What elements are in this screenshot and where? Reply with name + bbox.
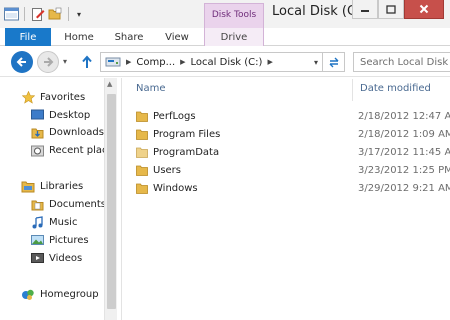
- tab-file[interactable]: File: [5, 28, 51, 46]
- properties-icon[interactable]: [30, 7, 45, 22]
- file-name: Windows: [153, 182, 198, 194]
- new-folder-icon[interactable]: [48, 7, 63, 22]
- column-divider[interactable]: [352, 79, 353, 101]
- customize-qat-icon[interactable]: ▾: [74, 10, 84, 19]
- address-bar[interactable]: ▶ Comp... ▶ Local Disk (C:) ▶ ▾: [100, 52, 345, 72]
- ribbon-tab-bar: File Home Share View Drive: [0, 28, 450, 46]
- breadcrumb-chevron-icon[interactable]: ▶: [267, 58, 272, 66]
- desktop-icon: [30, 108, 44, 122]
- quick-access-toolbar: ▾: [4, 5, 84, 23]
- nav-item-homegroup[interactable]: Homegroup: [21, 286, 99, 302]
- nav-label: Music: [49, 216, 78, 228]
- nav-label: Pictures: [49, 234, 89, 246]
- recent-places-icon: [30, 143, 44, 157]
- title-bar: ▾ Disk Tools Local Disk (C:): [0, 0, 450, 28]
- file-name: ProgramData: [153, 146, 220, 158]
- navigation-pane-scrollbar[interactable]: ▲: [104, 78, 117, 320]
- file-date: 3/29/2012 9:21 AM: [358, 182, 450, 194]
- videos-icon: [30, 251, 44, 265]
- file-row[interactable]: ProgramData 3/17/2012 11:45 AM: [136, 144, 450, 160]
- nav-item-libraries[interactable]: Libraries: [21, 178, 83, 194]
- tab-home[interactable]: Home: [56, 28, 102, 46]
- file-name: Users: [153, 164, 182, 176]
- navigation-pane: Favorites Desktop Downloads Recent plac …: [0, 78, 117, 320]
- nav-label: Videos: [49, 252, 83, 264]
- window-controls: [352, 0, 444, 19]
- qat-separator: [68, 7, 69, 21]
- recent-locations-icon[interactable]: ▾: [63, 57, 67, 66]
- star-icon: [21, 90, 35, 104]
- nav-label: Favorites: [40, 91, 86, 103]
- minimize-button[interactable]: [352, 0, 378, 19]
- scroll-up-icon[interactable]: ▲: [107, 80, 112, 88]
- file-date: 2/18/2012 1:09 AM: [358, 128, 450, 140]
- maximize-button[interactable]: [378, 0, 404, 19]
- breadcrumb-local-disk[interactable]: Local Disk (C:): [191, 57, 263, 68]
- homegroup-icon: [21, 287, 35, 301]
- pane-divider[interactable]: [121, 78, 122, 320]
- documents-icon: [30, 197, 44, 211]
- nav-label: Recent plac: [49, 144, 108, 156]
- disk-tools-group-label: Disk Tools: [204, 3, 264, 28]
- nav-label: Desktop: [49, 109, 91, 121]
- nav-label: Downloads: [49, 126, 104, 138]
- arrow-left-icon: [16, 57, 26, 67]
- address-history-dropdown-icon[interactable]: ▾: [314, 58, 318, 67]
- folder-icon: [136, 111, 148, 122]
- pictures-icon: [30, 233, 44, 247]
- refresh-button[interactable]: [322, 53, 344, 71]
- file-date: 3/23/2012 1:25 PM: [358, 164, 450, 176]
- nav-item-music[interactable]: Music: [30, 214, 77, 230]
- scrollbar-thumb[interactable]: [107, 94, 116, 309]
- nav-item-documents[interactable]: Documents: [30, 196, 106, 212]
- breadcrumb-chevron-icon[interactable]: ▶: [126, 58, 131, 66]
- column-header-name[interactable]: Name: [136, 83, 166, 97]
- libraries-icon: [21, 179, 35, 193]
- back-button[interactable]: [11, 51, 33, 73]
- nav-item-recent-places[interactable]: Recent plac: [30, 142, 108, 158]
- up-button[interactable]: [79, 53, 95, 71]
- folder-icon: [136, 165, 148, 176]
- tab-drive[interactable]: Drive: [204, 28, 264, 46]
- nav-item-videos[interactable]: Videos: [30, 250, 82, 266]
- nav-item-downloads[interactable]: Downloads: [30, 124, 104, 140]
- breadcrumb-chevron-icon[interactable]: ▶: [180, 58, 185, 66]
- file-row[interactable]: Program Files 2/18/2012 1:09 AM: [136, 126, 450, 142]
- arrow-up-icon: [82, 55, 92, 68]
- nav-item-desktop[interactable]: Desktop: [30, 107, 90, 123]
- folder-icon: [136, 183, 148, 194]
- app-icon[interactable]: [4, 7, 19, 22]
- file-name: Program Files: [153, 128, 221, 140]
- breadcrumb-computer[interactable]: Comp...: [136, 57, 175, 68]
- tab-share[interactable]: Share: [106, 28, 152, 46]
- nav-label: Libraries: [40, 180, 84, 192]
- folder-icon: [136, 147, 148, 158]
- forward-button[interactable]: [37, 51, 59, 73]
- nav-item-favorites[interactable]: Favorites: [21, 89, 85, 105]
- downloads-icon: [30, 125, 44, 139]
- file-row[interactable]: PerfLogs 2/18/2012 12:47 AM: [136, 108, 450, 124]
- nav-label: Homegroup: [40, 288, 99, 300]
- arrow-right-icon: [44, 57, 54, 67]
- close-button[interactable]: [404, 0, 444, 19]
- file-date: 2/18/2012 12:47 AM: [358, 110, 450, 122]
- refresh-icon: [329, 57, 338, 68]
- nav-item-pictures[interactable]: Pictures: [30, 232, 89, 248]
- address-row: ▾ ▶ Comp... ▶ Local Disk (C:) ▶ ▾ Search…: [0, 47, 450, 77]
- music-icon: [30, 215, 44, 229]
- tab-view[interactable]: View: [154, 28, 200, 46]
- drive-icon: [105, 57, 121, 67]
- file-row[interactable]: Windows 3/29/2012 9:21 AM: [136, 180, 450, 196]
- column-header-date-modified[interactable]: Date modified: [360, 83, 431, 97]
- nav-label: Documents: [49, 198, 107, 210]
- file-name: PerfLogs: [153, 110, 196, 122]
- file-row[interactable]: Users 3/23/2012 1:25 PM: [136, 162, 450, 178]
- qat-separator: [24, 7, 25, 21]
- search-input[interactable]: Search Local Disk (C:): [353, 52, 450, 72]
- file-date: 3/17/2012 11:45 AM: [358, 146, 450, 158]
- folder-icon: [136, 129, 148, 140]
